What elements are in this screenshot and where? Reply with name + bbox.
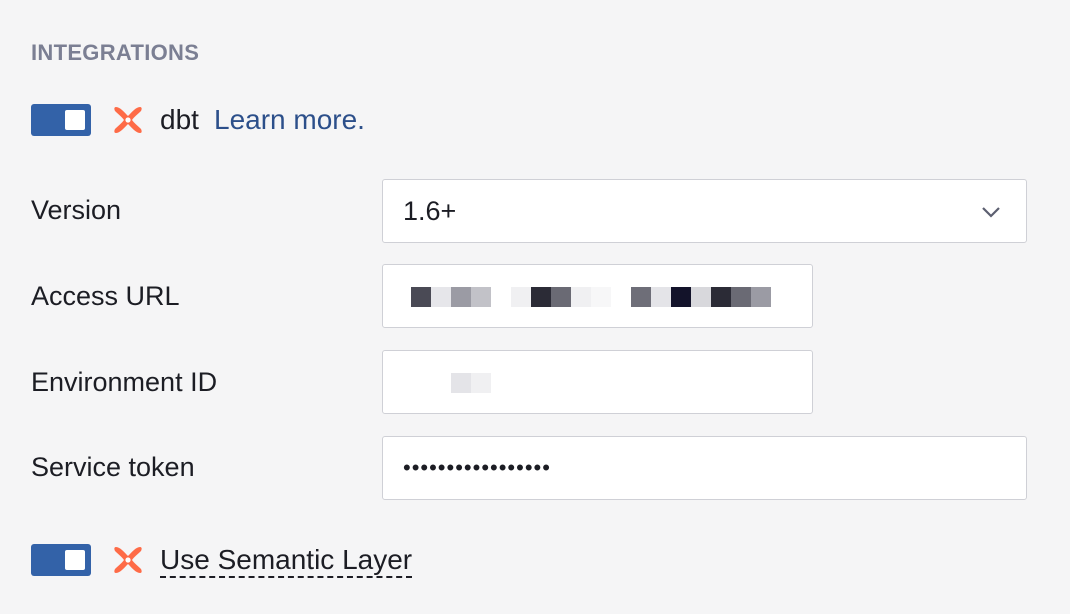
version-label: Version [31,195,122,225]
service-token-field[interactable]: ••••••••••••••••• [382,436,1027,500]
access-url-label: Access URL [31,281,180,311]
service-token-label: Service token [31,452,195,482]
version-select[interactable]: 1.6+ [382,179,1027,243]
chevron-down-icon [982,207,1000,218]
integrations-heading: INTEGRATIONS [31,40,200,65]
version-selected-value: 1.6+ [403,196,457,226]
dbt-label: dbt [160,104,199,135]
service-token-value: ••••••••••••••••• [403,455,551,480]
learn-more-link[interactable]: Learn more. [214,104,365,136]
toggle-knob [65,550,85,570]
semantic-layer-toggle[interactable] [31,544,91,576]
environment-id-field[interactable] [382,350,813,414]
dbt-toggle[interactable] [31,104,91,136]
use-semantic-layer-link[interactable]: Use Semantic Layer [160,544,413,578]
toggle-knob [65,110,85,130]
access-url-field[interactable] [382,264,813,328]
environment-id-label: Environment ID [31,367,218,397]
dbt-logo-icon [114,107,142,133]
dbt-logo-icon [114,547,142,573]
